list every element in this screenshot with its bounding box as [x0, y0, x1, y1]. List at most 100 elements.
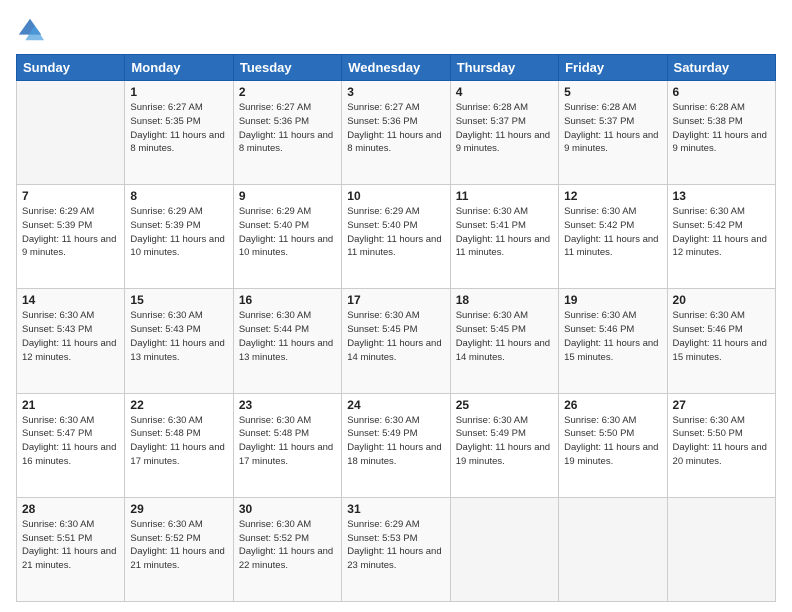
calendar-cell: 1Sunrise: 6:27 AMSunset: 5:35 PMDaylight…	[125, 81, 233, 185]
day-info: Sunrise: 6:29 AMSunset: 5:53 PMDaylight:…	[347, 518, 444, 573]
calendar-cell: 9 Sunrise: 6:29 AMSunset: 5:40 PMDaylight…	[233, 185, 341, 289]
calendar-cell: 13Sunrise: 6:30 AMSunset: 5:42 PMDayligh…	[667, 185, 775, 289]
calendar-cell: 5 Sunrise: 6:28 AMSunset: 5:37 PMDaylight…	[559, 81, 667, 185]
calendar-cell: 2 Sunrise: 6:27 AMSunset: 5:36 PMDaylight…	[233, 81, 341, 185]
day-info: Sunrise: 6:30 AMSunset: 5:43 PMDaylight:…	[130, 309, 227, 364]
calendar-body: 1Sunrise: 6:27 AMSunset: 5:35 PMDaylight…	[17, 81, 776, 602]
calendar-header: SundayMondayTuesdayWednesdayThursdayFrid…	[17, 55, 776, 81]
day-info: Sunrise: 6:30 AMSunset: 5:47 PMDaylight:…	[22, 414, 119, 469]
day-info: Sunrise: 6:29 AMSunset: 5:39 PMDaylight:…	[22, 205, 119, 260]
day-info: Sunrise: 6:30 AMSunset: 5:45 PMDaylight:…	[347, 309, 444, 364]
day-number: 7	[22, 189, 119, 203]
day-info: Sunrise: 6:30 AMSunset: 5:46 PMDaylight:…	[673, 309, 770, 364]
day-number: 5	[564, 85, 661, 99]
calendar-cell	[17, 81, 125, 185]
calendar-cell: 4 Sunrise: 6:28 AMSunset: 5:37 PMDaylight…	[450, 81, 558, 185]
day-number: 16	[239, 293, 336, 307]
day-info: Sunrise: 6:28 AMSunset: 5:38 PMDaylight:…	[673, 101, 770, 156]
day-number: 19	[564, 293, 661, 307]
day-number: 17	[347, 293, 444, 307]
day-info: Sunrise: 6:27 AMSunset: 5:36 PMDaylight:…	[239, 101, 336, 156]
day-number: 15	[130, 293, 227, 307]
day-number: 22	[130, 398, 227, 412]
day-info: Sunrise: 6:30 AMSunset: 5:48 PMDaylight:…	[239, 414, 336, 469]
day-info: Sunrise: 6:30 AMSunset: 5:49 PMDaylight:…	[347, 414, 444, 469]
day-number: 9	[239, 189, 336, 203]
calendar-cell: 22 Sunrise: 6:30 AMSunset: 5:48 PMDayligh…	[125, 393, 233, 497]
weekday-header-wednesday: Wednesday	[342, 55, 450, 81]
day-info: Sunrise: 6:30 AMSunset: 5:44 PMDaylight:…	[239, 309, 336, 364]
calendar-cell	[667, 497, 775, 601]
day-info: Sunrise: 6:30 AMSunset: 5:50 PMDaylight:…	[564, 414, 661, 469]
day-number: 3	[347, 85, 444, 99]
weekday-header-tuesday: Tuesday	[233, 55, 341, 81]
weekday-header-friday: Friday	[559, 55, 667, 81]
calendar-week-3: 14 Sunrise: 6:30 AMSunset: 5:43 PMDayligh…	[17, 289, 776, 393]
calendar-table: SundayMondayTuesdayWednesdayThursdayFrid…	[16, 54, 776, 602]
day-info: Sunrise: 6:30 AMSunset: 5:49 PMDaylight:…	[456, 414, 553, 469]
day-info: Sunrise: 6:29 AMSunset: 5:40 PMDaylight:…	[347, 205, 444, 260]
day-number: 24	[347, 398, 444, 412]
day-number: 2	[239, 85, 336, 99]
calendar-cell: 14 Sunrise: 6:30 AMSunset: 5:43 PMDayligh…	[17, 289, 125, 393]
weekday-header-saturday: Saturday	[667, 55, 775, 81]
day-number: 10	[347, 189, 444, 203]
calendar-cell: 17 Sunrise: 6:30 AMSunset: 5:45 PMDayligh…	[342, 289, 450, 393]
day-info: Sunrise: 6:28 AMSunset: 5:37 PMDaylight:…	[456, 101, 553, 156]
calendar-cell: 25Sunrise: 6:30 AMSunset: 5:49 PMDayligh…	[450, 393, 558, 497]
calendar-page: SundayMondayTuesdayWednesdayThursdayFrid…	[0, 0, 792, 612]
weekday-header-sunday: Sunday	[17, 55, 125, 81]
day-number: 18	[456, 293, 553, 307]
calendar-cell: 15 Sunrise: 6:30 AMSunset: 5:43 PMDayligh…	[125, 289, 233, 393]
day-number: 30	[239, 502, 336, 516]
calendar-week-4: 21 Sunrise: 6:30 AMSunset: 5:47 PMDayligh…	[17, 393, 776, 497]
calendar-week-1: 1Sunrise: 6:27 AMSunset: 5:35 PMDaylight…	[17, 81, 776, 185]
calendar-cell: 11Sunrise: 6:30 AMSunset: 5:41 PMDayligh…	[450, 185, 558, 289]
day-info: Sunrise: 6:28 AMSunset: 5:37 PMDaylight:…	[564, 101, 661, 156]
day-info: Sunrise: 6:30 AMSunset: 5:46 PMDaylight:…	[564, 309, 661, 364]
calendar-cell: 21 Sunrise: 6:30 AMSunset: 5:47 PMDayligh…	[17, 393, 125, 497]
day-info: Sunrise: 6:30 AMSunset: 5:45 PMDaylight:…	[456, 309, 553, 364]
calendar-cell	[450, 497, 558, 601]
day-number: 20	[673, 293, 770, 307]
calendar-cell: 20 Sunrise: 6:30 AMSunset: 5:46 PMDayligh…	[667, 289, 775, 393]
day-info: Sunrise: 6:30 AMSunset: 5:52 PMDaylight:…	[130, 518, 227, 573]
day-number: 28	[22, 502, 119, 516]
day-info: Sunrise: 6:30 AMSunset: 5:42 PMDaylight:…	[564, 205, 661, 260]
day-info: Sunrise: 6:27 AMSunset: 5:35 PMDaylight:…	[130, 101, 227, 156]
calendar-cell: 29Sunrise: 6:30 AMSunset: 5:52 PMDayligh…	[125, 497, 233, 601]
weekday-header-monday: Monday	[125, 55, 233, 81]
logo-icon	[16, 16, 44, 44]
calendar-cell: 30 Sunrise: 6:30 AMSunset: 5:52 PMDayligh…	[233, 497, 341, 601]
calendar-cell: 7 Sunrise: 6:29 AMSunset: 5:39 PMDaylight…	[17, 185, 125, 289]
day-number: 31	[347, 502, 444, 516]
day-number: 11	[456, 189, 553, 203]
day-number: 4	[456, 85, 553, 99]
calendar-week-2: 7 Sunrise: 6:29 AMSunset: 5:39 PMDaylight…	[17, 185, 776, 289]
day-number: 8	[130, 189, 227, 203]
calendar-cell: 24 Sunrise: 6:30 AMSunset: 5:49 PMDayligh…	[342, 393, 450, 497]
calendar-cell: 3 Sunrise: 6:27 AMSunset: 5:36 PMDaylight…	[342, 81, 450, 185]
day-number: 21	[22, 398, 119, 412]
calendar-cell: 8Sunrise: 6:29 AMSunset: 5:39 PMDaylight…	[125, 185, 233, 289]
day-number: 26	[564, 398, 661, 412]
calendar-cell: 10 Sunrise: 6:29 AMSunset: 5:40 PMDayligh…	[342, 185, 450, 289]
day-number: 6	[673, 85, 770, 99]
logo	[16, 16, 48, 44]
page-header	[16, 16, 776, 44]
calendar-cell: 16 Sunrise: 6:30 AMSunset: 5:44 PMDayligh…	[233, 289, 341, 393]
day-number: 12	[564, 189, 661, 203]
day-info: Sunrise: 6:27 AMSunset: 5:36 PMDaylight:…	[347, 101, 444, 156]
day-info: Sunrise: 6:30 AMSunset: 5:52 PMDaylight:…	[239, 518, 336, 573]
calendar-cell	[559, 497, 667, 601]
weekday-row: SundayMondayTuesdayWednesdayThursdayFrid…	[17, 55, 776, 81]
calendar-cell: 31 Sunrise: 6:29 AMSunset: 5:53 PMDayligh…	[342, 497, 450, 601]
day-number: 14	[22, 293, 119, 307]
calendar-cell: 18 Sunrise: 6:30 AMSunset: 5:45 PMDayligh…	[450, 289, 558, 393]
day-info: Sunrise: 6:30 AMSunset: 5:48 PMDaylight:…	[130, 414, 227, 469]
calendar-week-5: 28Sunrise: 6:30 AMSunset: 5:51 PMDayligh…	[17, 497, 776, 601]
day-info: Sunrise: 6:30 AMSunset: 5:43 PMDaylight:…	[22, 309, 119, 364]
weekday-header-thursday: Thursday	[450, 55, 558, 81]
day-info: Sunrise: 6:29 AMSunset: 5:40 PMDaylight:…	[239, 205, 336, 260]
day-number: 27	[673, 398, 770, 412]
